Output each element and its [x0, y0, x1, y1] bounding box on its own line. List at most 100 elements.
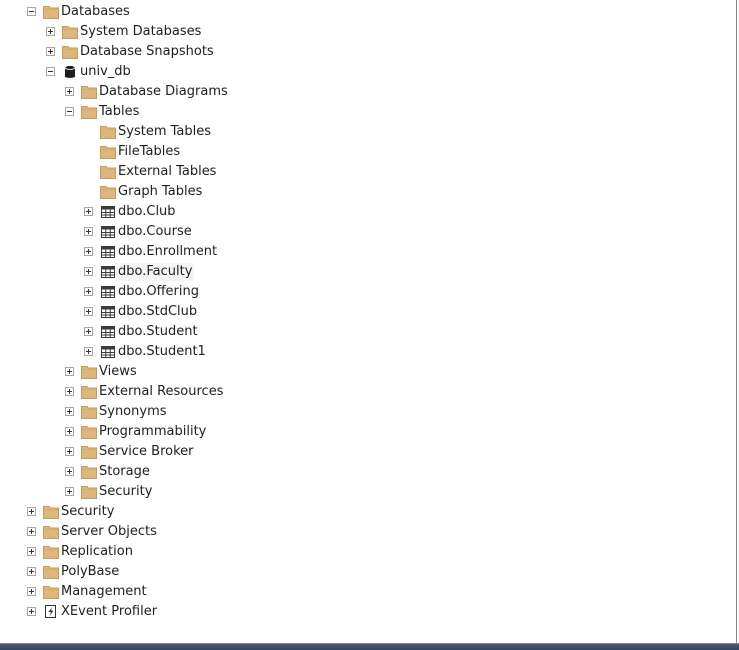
panel-divider — [736, 0, 737, 643]
tree-node-label[interactable]: Database Diagrams — [97, 83, 230, 101]
tree-node-label[interactable]: dbo.StdClub — [116, 303, 199, 321]
tree-node-label[interactable]: PolyBase — [59, 563, 121, 581]
tree-node-management[interactable]: Management — [0, 582, 730, 602]
tree-node-tables[interactable]: Tables — [0, 102, 730, 122]
tree-node-views[interactable]: Views — [0, 362, 730, 382]
expand-toggle-icon[interactable] — [65, 467, 74, 476]
tree-node-label[interactable]: dbo.Offering — [116, 283, 201, 301]
tree-node-xevent-profiler[interactable]: XEvent Profiler — [0, 602, 730, 622]
expand-toggle-icon[interactable] — [65, 447, 74, 456]
tree-node-security[interactable]: Security — [0, 502, 730, 522]
expand-toggle-icon[interactable] — [27, 547, 36, 556]
expand-toggle-icon[interactable] — [27, 507, 36, 516]
expand-toggle-icon[interactable] — [46, 27, 55, 36]
tree-node-external-tables[interactable]: External Tables — [0, 162, 730, 182]
tree-node-univ-db[interactable]: univ_db — [0, 62, 730, 82]
tree-node-label[interactable]: dbo.Faculty — [116, 263, 195, 281]
expand-toggle-icon[interactable] — [65, 87, 74, 96]
database-icon — [62, 65, 78, 79]
tree-node-label[interactable]: FileTables — [116, 143, 182, 161]
tree-node-label[interactable]: dbo.Club — [116, 203, 178, 221]
tree-node-databases[interactable]: Databases — [0, 2, 730, 22]
tree-node-label[interactable]: Database Snapshots — [78, 43, 216, 61]
tree-node-label[interactable]: Security — [59, 503, 116, 521]
expand-toggle-icon[interactable] — [65, 487, 74, 496]
tree-node-dbo-offering[interactable]: dbo.Offering — [0, 282, 730, 302]
tree-node-label[interactable]: XEvent Profiler — [59, 603, 159, 621]
tree-node-dbo-club[interactable]: dbo.Club — [0, 202, 730, 222]
tree-node-synonyms[interactable]: Synonyms — [0, 402, 730, 422]
tree-node-graph-tables[interactable]: Graph Tables — [0, 182, 730, 202]
expand-toggle-icon[interactable] — [84, 307, 93, 316]
expand-toggle-icon[interactable] — [84, 327, 93, 336]
table-icon — [100, 325, 116, 339]
collapse-toggle-icon[interactable] — [65, 107, 74, 116]
expand-toggle-icon[interactable] — [84, 287, 93, 296]
tree-node-label[interactable]: External Tables — [116, 163, 218, 181]
tree-node-dbo-student[interactable]: dbo.Student — [0, 322, 730, 342]
expand-toggle-icon[interactable] — [27, 527, 36, 536]
tree-node-label[interactable]: System Tables — [116, 123, 213, 141]
expand-toggle-icon[interactable] — [84, 207, 93, 216]
tree-node-label[interactable]: dbo.Student1 — [116, 343, 208, 361]
tree-node-polybase[interactable]: PolyBase — [0, 562, 730, 582]
tree-node-replication[interactable]: Replication — [0, 542, 730, 562]
tree-node-label[interactable]: Storage — [97, 463, 152, 481]
tree-node-label[interactable]: Graph Tables — [116, 183, 204, 201]
tree-node-programmability[interactable]: Programmability — [0, 422, 730, 442]
tree-node-storage[interactable]: Storage — [0, 462, 730, 482]
expand-toggle-icon[interactable] — [65, 407, 74, 416]
expand-toggle-icon[interactable] — [65, 367, 74, 376]
tree-node-filetables[interactable]: FileTables — [0, 142, 730, 162]
expand-toggle-icon[interactable] — [84, 227, 93, 236]
tree-node-database-diagrams[interactable]: Database Diagrams — [0, 82, 730, 102]
tree-node-label[interactable]: Databases — [59, 3, 132, 21]
expand-toggle-icon[interactable] — [46, 47, 55, 56]
tree-node-label[interactable]: dbo.Enrollment — [116, 243, 219, 261]
tree-node-dbo-course[interactable]: dbo.Course — [0, 222, 730, 242]
expand-toggle-icon[interactable] — [84, 267, 93, 276]
tree-node-label[interactable]: dbo.Course — [116, 223, 194, 241]
collapse-toggle-icon[interactable] — [46, 67, 55, 76]
tree-node-label[interactable]: System Databases — [78, 23, 203, 41]
tree-node-label[interactable]: External Resources — [97, 383, 225, 401]
tree-node-label[interactable]: univ_db — [78, 63, 133, 81]
expand-toggle-icon[interactable] — [65, 387, 74, 396]
expand-toggle-icon[interactable] — [27, 567, 36, 576]
tree-node-system-databases[interactable]: System Databases — [0, 22, 730, 42]
tree-node-label[interactable]: dbo.Student — [116, 323, 200, 341]
tree-node-database-snapshots[interactable]: Database Snapshots — [0, 42, 730, 62]
tree-node-dbo-faculty[interactable]: dbo.Faculty — [0, 262, 730, 282]
tree-node-dbo-student1[interactable]: dbo.Student1 — [0, 342, 730, 362]
table-icon — [100, 245, 116, 259]
folder-icon — [81, 405, 97, 419]
tree-node-label[interactable]: Synonyms — [97, 403, 169, 421]
tree-node-dbo-enrollment[interactable]: dbo.Enrollment — [0, 242, 730, 262]
tree-node-label[interactable]: Management — [59, 583, 149, 601]
expand-toggle-icon[interactable] — [27, 607, 36, 616]
expand-toggle-icon[interactable] — [27, 587, 36, 596]
tree-node-system-tables[interactable]: System Tables — [0, 122, 730, 142]
tree-node-server-objects[interactable]: Server Objects — [0, 522, 730, 542]
folder-icon — [81, 465, 97, 479]
folder-icon — [43, 5, 59, 19]
tree-node-label[interactable]: Views — [97, 363, 139, 381]
tree-node-label[interactable]: Security — [97, 483, 154, 501]
expand-toggle-icon[interactable] — [84, 247, 93, 256]
tree-node-label[interactable]: Tables — [97, 103, 141, 121]
tree-node-label[interactable]: Service Broker — [97, 443, 196, 461]
object-explorer-tree[interactable]: Databases System Databases Database Snap… — [0, 0, 736, 643]
tree-node-dbo-stdclub[interactable]: dbo.StdClub — [0, 302, 730, 322]
table-icon — [100, 205, 116, 219]
tree-node-label[interactable]: Server Objects — [59, 523, 159, 541]
tree-node-db-security[interactable]: Security — [0, 482, 730, 502]
tree-node-external-resources[interactable]: External Resources — [0, 382, 730, 402]
collapse-toggle-icon[interactable] — [27, 7, 36, 16]
expand-toggle-icon[interactable] — [65, 427, 74, 436]
expand-toggle-icon[interactable] — [84, 347, 93, 356]
tree-node-service-broker[interactable]: Service Broker — [0, 442, 730, 462]
folder-icon — [43, 525, 59, 539]
tree-node-label[interactable]: Replication — [59, 543, 135, 561]
folder-icon — [43, 565, 59, 579]
tree-node-label[interactable]: Programmability — [97, 423, 208, 441]
